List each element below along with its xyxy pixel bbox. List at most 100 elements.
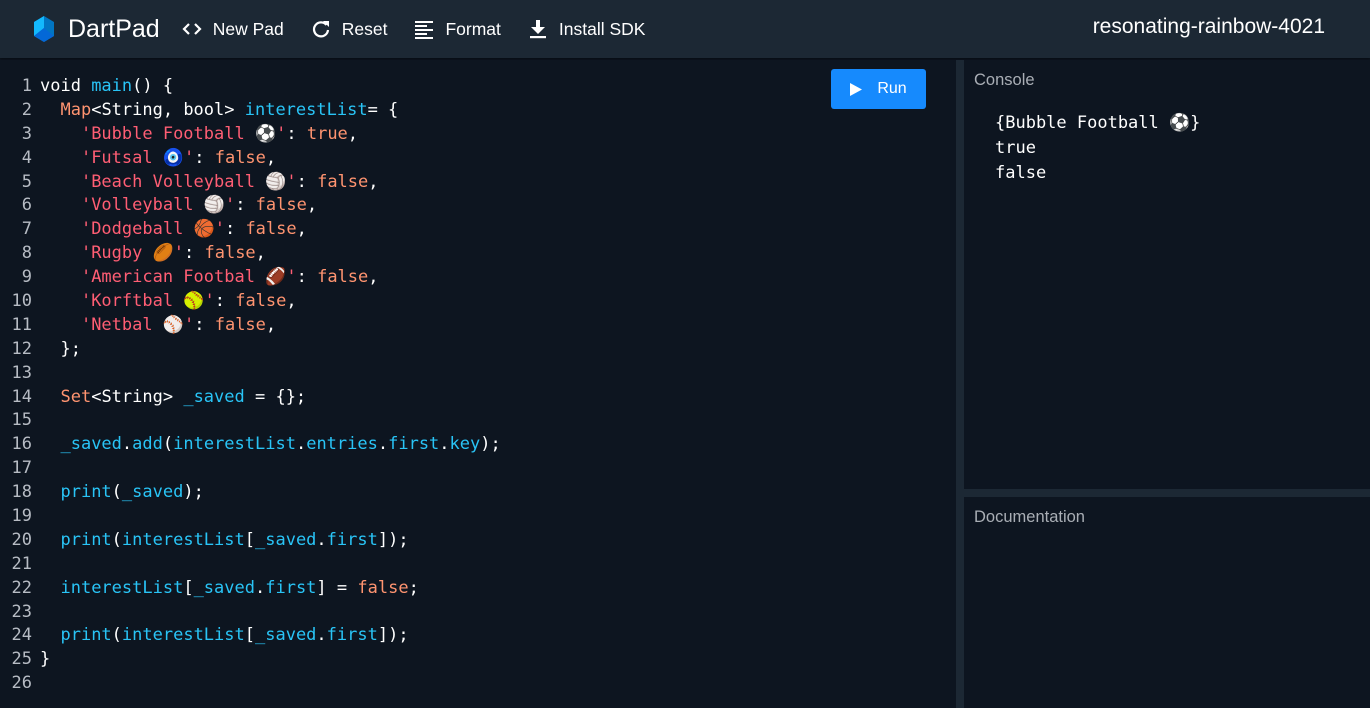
brand[interactable]: DartPad — [30, 14, 160, 44]
install-sdk-label: Install SDK — [558, 18, 646, 39]
line-number: 25 — [11, 649, 32, 670]
code-text: Map<String, bool> interestList= { — [40, 99, 398, 123]
code-token: ( — [111, 482, 122, 503]
code-line[interactable]: 17 — [0, 457, 501, 481]
code-token: : — [286, 123, 307, 144]
code-line[interactable]: 25} — [0, 648, 501, 672]
line-number: 4 — [21, 147, 32, 168]
code-line[interactable]: 5 'Beach Volleyball 🏐': false, — [0, 171, 501, 195]
code-token: Set — [60, 386, 92, 407]
code-line[interactable]: 20 print(interestList[_saved.first]); — [0, 529, 501, 553]
horizontal-splitter[interactable] — [964, 489, 1370, 497]
code-token: , — [368, 267, 379, 288]
code-text: 'Rugby 🏉': false, — [40, 242, 266, 266]
code-line[interactable]: 21 — [0, 553, 501, 577]
code-line[interactable]: 16 _saved.add(interestList.entries.first… — [0, 433, 501, 457]
documentation-title: Documentation — [974, 508, 1085, 526]
console-line: false — [995, 163, 1047, 183]
code-line[interactable]: 24 print(interestList[_saved.first]); — [0, 624, 501, 648]
code-line[interactable]: 8 'Rugby 🏉': false, — [0, 242, 501, 266]
line-number: 26 — [11, 673, 32, 694]
line-number: 23 — [11, 601, 32, 622]
format-button[interactable]: Format — [414, 19, 501, 40]
code-token: false — [214, 314, 266, 335]
code-token: first — [326, 529, 378, 550]
code-line[interactable]: 11 'Netbal ⚾': false, — [0, 314, 501, 338]
reset-button[interactable]: Reset — [311, 18, 388, 40]
code-line[interactable]: 18 print(_saved); — [0, 481, 501, 505]
code-token: false — [255, 195, 307, 216]
code-token: interestList — [173, 434, 296, 455]
documentation-panel: Documentation — [964, 497, 1370, 708]
code-token: first — [326, 625, 378, 646]
code-token: ( — [111, 625, 122, 646]
code-token: entries — [306, 434, 378, 455]
code-token: interestList — [121, 625, 245, 646]
code-token: 'Netbal ⚾' — [80, 314, 195, 335]
code-token: 'Bubble Football ⚽' — [80, 123, 287, 144]
code-text: } — [40, 648, 50, 672]
code-token: main — [91, 76, 133, 96]
code-line[interactable]: 6 'Volleyball 🏐': false, — [0, 194, 501, 218]
line-number: 2 — [21, 99, 32, 120]
code-text: _saved.add(interestList.entries.first.ke… — [40, 433, 501, 457]
dart-logo-icon — [34, 16, 54, 42]
code-token: ); — [480, 434, 501, 455]
code-line[interactable]: 2 Map<String, bool> interestList= { — [0, 99, 501, 123]
code-line[interactable]: 14 Set<String> _saved = {}; — [0, 386, 501, 410]
code-line[interactable]: 10 'Korftbal 🥎': false, — [0, 290, 501, 314]
code-lines[interactable]: 1 void main() {2 Map<String, bool> intere… — [0, 75, 501, 696]
line-number: 24 — [11, 625, 32, 646]
code-line[interactable]: 13 — [0, 362, 501, 386]
code-token: <String, bool> — [91, 99, 245, 120]
code-token: 'Beach Volleyball 🏐' — [80, 171, 297, 192]
code-token: ]); — [377, 625, 409, 646]
pad-name[interactable]: resonating-rainbow-4021 — [1093, 15, 1325, 39]
code-token: ; — [408, 577, 419, 598]
line-number: 12 — [11, 338, 32, 359]
install-sdk-button[interactable]: Install SDK — [528, 18, 646, 40]
code-brackets-icon — [182, 23, 202, 35]
code-token: false — [214, 147, 266, 168]
line-number: 18 — [11, 482, 32, 503]
code-line[interactable]: 19 — [0, 505, 501, 529]
line-number: 9 — [21, 267, 32, 288]
code-line[interactable]: 15 — [0, 409, 501, 433]
code-token: [ — [244, 625, 255, 646]
code-text: interestList[_saved.first] = false; — [40, 577, 419, 601]
code-token: false — [317, 171, 369, 192]
code-line[interactable]: 7 'Dodgeball 🏀': false, — [0, 218, 501, 242]
code-token: } — [40, 649, 51, 670]
code-text: 'American Footbal 🏈': false, — [40, 266, 379, 290]
code-line[interactable]: 4 'Futsal 🧿': false, — [0, 147, 501, 171]
app-header: DartPad New Pad Reset Format Install SDK… — [0, 0, 1370, 58]
code-line[interactable]: 26 — [0, 672, 501, 696]
code-token: ] = — [316, 577, 358, 598]
code-line[interactable]: 1 void main() { — [0, 75, 501, 99]
code-token: _saved — [121, 482, 184, 503]
code-token: false — [317, 267, 369, 288]
vertical-splitter[interactable] — [956, 60, 964, 708]
code-token: , — [368, 171, 379, 192]
play-icon — [850, 82, 863, 96]
new-pad-label: New Pad — [212, 18, 284, 39]
reset-label: Reset — [341, 18, 388, 39]
code-line[interactable]: 3 'Bubble Football ⚽': true, — [0, 123, 501, 147]
code-line[interactable]: 23 — [0, 601, 501, 625]
code-token: false — [245, 219, 297, 240]
code-editor[interactable]: 1 void main() {2 Map<String, bool> intere… — [0, 60, 956, 708]
run-button[interactable]: Run — [831, 69, 926, 109]
code-line[interactable]: 22 interestList[_saved.first] = false; — [0, 577, 501, 601]
console-line: {Bubble Football ⚽} — [995, 113, 1201, 133]
line-number: 15 — [11, 410, 32, 431]
code-line[interactable]: 12 }; — [0, 338, 501, 362]
code-token: }; — [40, 338, 81, 359]
new-pad-button[interactable]: New Pad — [182, 19, 284, 40]
code-line[interactable]: 9 'American Footbal 🏈': false, — [0, 266, 501, 290]
